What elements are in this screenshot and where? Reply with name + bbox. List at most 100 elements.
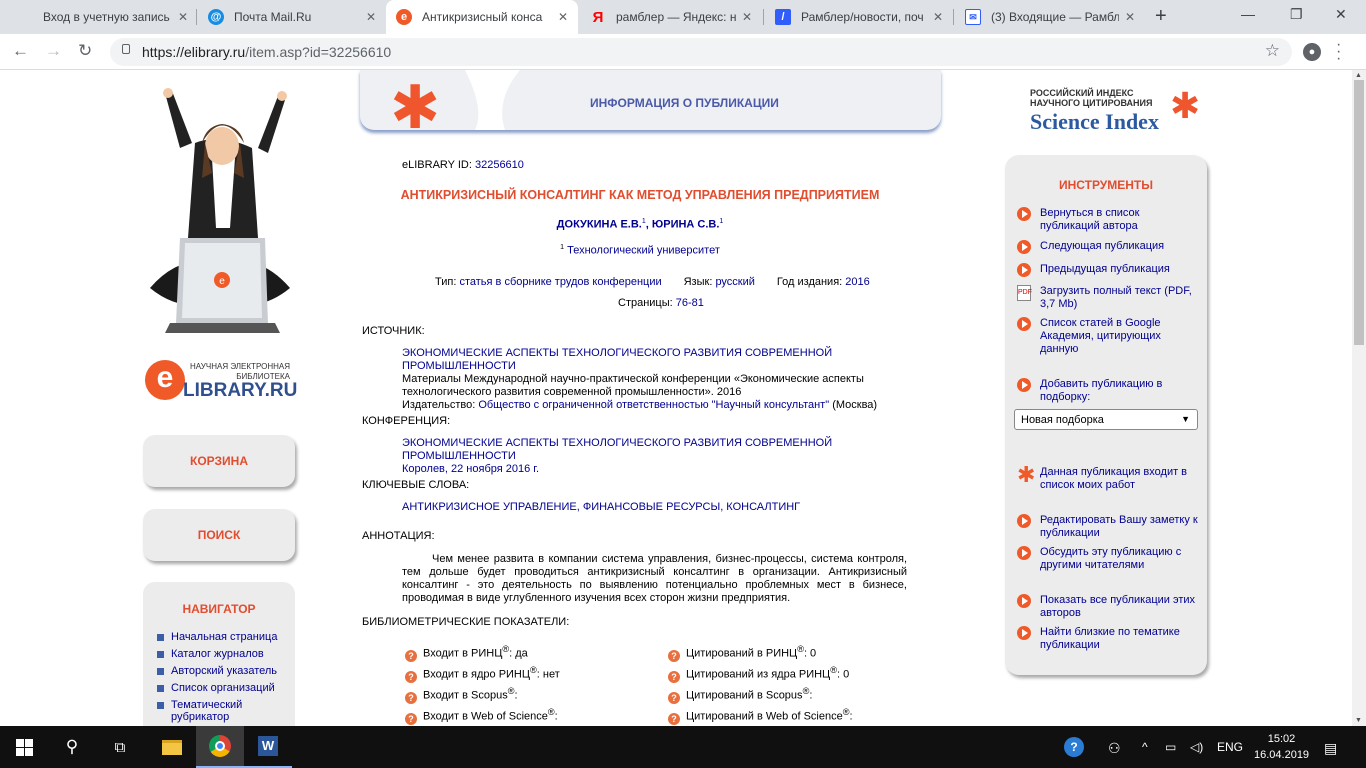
cart-button[interactable]: КОРЗИНА (143, 435, 295, 487)
source-link[interactable]: ЭКОНОМИЧЕСКИЕ АСПЕКТЫ ТЕХНОЛОГИЧЕСКОГО Р… (402, 347, 907, 373)
tool-back-to-author[interactable]: Вернуться в список публикаций автора (1017, 207, 1202, 233)
tool-discuss[interactable]: Обсудить эту публикацию с другими читате… (1017, 546, 1202, 572)
mail-icon: ✉ (965, 9, 981, 25)
elibrary-id: eLIBRARY ID: 32256610 (402, 159, 524, 171)
abstract-text: Чем менее развита в компании система упр… (402, 553, 907, 604)
reload-icon[interactable]: ↻ (78, 41, 92, 61)
bookmark-star-icon[interactable]: ☆ (1265, 41, 1280, 61)
help-icon[interactable]: ? (405, 712, 417, 725)
window-close-icon[interactable]: ✕ (1335, 6, 1347, 23)
publication-meta: Тип: статья в сборнике трудов конференци… (435, 276, 870, 288)
page-scrollbar[interactable]: ▲ ▼ (1352, 70, 1366, 726)
svg-text:e: e (219, 276, 225, 287)
profile-icon[interactable]: ● (1303, 43, 1321, 61)
mascot-girl-image: e (150, 88, 290, 333)
help-icon[interactable]: ? (668, 670, 680, 683)
conference-link[interactable]: ЭКОНОМИЧЕСКИЕ АСПЕКТЫ ТЕХНОЛОГИЧЕСКОГО Р… (402, 437, 907, 463)
author-link[interactable]: ДОКУКИНА Е.В. (557, 219, 642, 231)
tool-similar[interactable]: Найти близкие по тематике публикации (1017, 626, 1202, 652)
tool-prev-publication[interactable]: Предыдущая публикация (1017, 263, 1202, 277)
scroll-up-icon[interactable]: ▲ (1355, 72, 1362, 79)
notifications-icon[interactable]: ▤ (1324, 740, 1337, 757)
tools-title: ИНСТРУМЕНТЫ (1058, 178, 1154, 192)
new-tab-icon[interactable]: + (1155, 5, 1167, 28)
nav-item-journals[interactable]: Каталог журналов (157, 648, 295, 660)
taskbar: ⚲ ⧉ W ? ⚇ ^ ▭ ◁) ENG 15:02 16.04.2019 ▤ (0, 726, 1366, 768)
search-icon[interactable]: ⚲ (48, 726, 96, 768)
affiliation-link[interactable]: Технологический университет (567, 245, 720, 257)
volume-icon[interactable]: ◁) (1190, 740, 1203, 754)
page-title: ИНФОРМАЦИЯ О ПУБЛИКАЦИИ (590, 96, 779, 110)
nav-item-organizations[interactable]: Список организаций (157, 682, 295, 694)
arrow-bullet-icon (1017, 378, 1031, 392)
clock[interactable]: 15:02 16.04.2019 (1254, 731, 1309, 763)
close-icon[interactable]: ✕ (558, 10, 568, 24)
close-icon[interactable]: ✕ (742, 10, 752, 24)
tab-elibrary-active[interactable]: e Антикризисный конса ✕ (386, 0, 578, 34)
close-icon[interactable]: ✕ (178, 10, 188, 24)
nav-item-home[interactable]: Начальная страница (157, 631, 295, 643)
scroll-down-icon[interactable]: ▼ (1355, 717, 1362, 724)
maximize-icon[interactable]: ❐ (1290, 6, 1303, 23)
source-label: ИСТОЧНИК: (362, 325, 425, 337)
tab-rambler-news[interactable]: / Рамблер/новости, поч ✕ (765, 0, 953, 34)
metric-wos-citations: ? Цитирований в Web of Science®: (668, 707, 853, 725)
tool-download-pdf[interactable]: PDF Загрузить полный текст (PDF, 3,7 Mb) (1017, 285, 1202, 311)
tab-title: Вход в учетную запись (43, 10, 170, 24)
help-icon[interactable]: ? (405, 691, 417, 704)
keywords-links[interactable]: АНТИКРИЗИСНОЕ УПРАВЛЕНИЕ, ФИНАНСОВЫЕ РЕС… (402, 501, 907, 514)
metric-scopus-citations: ? Цитирований в Scopus®: (668, 686, 812, 704)
arrow-bullet-icon (1017, 317, 1031, 331)
language-indicator[interactable]: ENG (1217, 740, 1243, 754)
tab-title: Рамблер/новости, поч (801, 10, 924, 24)
tray-chevron-icon[interactable]: ^ (1142, 740, 1148, 754)
minimize-icon[interactable]: — (1241, 6, 1255, 22)
menu-icon[interactable]: · · · (1336, 37, 1341, 67)
windows-start-icon[interactable] (0, 726, 48, 768)
rambler-icon: / (775, 9, 791, 25)
decor-shape (465, 70, 520, 130)
help-icon[interactable]: ? (668, 712, 680, 725)
tool-my-works[interactable]: ✱ Данная публикация входит в список моих … (1017, 464, 1202, 492)
nav-item-authors[interactable]: Авторский указатель (157, 665, 295, 677)
people-icon[interactable]: ⚇ (1108, 740, 1121, 757)
nav-item-rubricator[interactable]: Тематический рубрикатор (157, 699, 295, 723)
network-icon[interactable]: ▭ (1165, 740, 1176, 754)
metric-rinc: ? Входит в РИНЦ®: да (405, 644, 528, 662)
author-link[interactable]: ЮРИНА С.В. (652, 219, 720, 231)
back-icon[interactable]: ← (12, 41, 29, 61)
word-taskbar-icon[interactable]: W (244, 726, 292, 768)
arrow-bullet-icon (1017, 514, 1031, 528)
address-bar[interactable]: https://elibrary.ru/item.asp?id=32256610… (110, 38, 1292, 66)
forward-icon[interactable]: → (45, 41, 62, 61)
help-icon[interactable]: ? (668, 649, 680, 662)
browser-toolbar: ← → ↻ https://elibrary.ru/item.asp?id=32… (0, 34, 1366, 70)
tab-yandex[interactable]: Я рамблер — Яндекс: на ✕ (580, 0, 762, 34)
publisher-link[interactable]: Общество с ограниченной ответственностью… (478, 399, 829, 411)
tool-add-to-collection[interactable]: Добавить публикацию в подборку: (1017, 378, 1202, 404)
collection-select[interactable]: Новая подборка ▼ (1014, 409, 1198, 430)
pages: Страницы: 76-81 (618, 297, 704, 309)
elibrary-logo[interactable]: e НАУЧНАЯ ЭЛЕКТРОННАЯ БИБЛИОТЕКА LIBRARY… (145, 360, 305, 405)
help-icon[interactable]: ? (405, 670, 417, 683)
chrome-taskbar-icon[interactable] (196, 726, 244, 768)
tab-title: Антикризисный конса (422, 10, 543, 24)
close-icon[interactable]: ✕ (366, 10, 376, 24)
help-icon[interactable]: ? (405, 649, 417, 662)
science-index-logo[interactable]: РОССИЙСКИЙ ИНДЕКС НАУЧНОГО ЦИТИРОВАНИЯ S… (1030, 88, 1210, 138)
task-view-icon[interactable]: ⧉ (96, 726, 144, 768)
help-tray-icon[interactable]: ? (1064, 737, 1084, 757)
help-icon[interactable]: ? (668, 691, 680, 704)
tab-mailru[interactable]: @ Почта Mail.Ru ✕ (198, 0, 386, 34)
tab-microsoft[interactable]: Вход в учетную запись ✕ (8, 0, 198, 34)
tab-rambler-mail[interactable]: ✉ (3) Входящие — Рамбл ✕ (955, 0, 1145, 34)
tool-edit-note[interactable]: Редактировать Вашу заметку к публикации (1017, 514, 1202, 540)
search-button[interactable]: ПОИСК (143, 509, 295, 561)
close-icon[interactable]: ✕ (933, 10, 943, 24)
tool-author-publications[interactable]: Показать все публикации этих авторов (1017, 594, 1202, 620)
scrollbar-thumb[interactable] (1354, 80, 1364, 345)
tool-next-publication[interactable]: Следующая публикация (1017, 240, 1202, 254)
tool-google-scholar[interactable]: Список статей в Google Академия, цитирую… (1017, 317, 1202, 356)
close-icon[interactable]: ✕ (1125, 10, 1135, 24)
file-explorer-icon[interactable] (148, 726, 196, 768)
